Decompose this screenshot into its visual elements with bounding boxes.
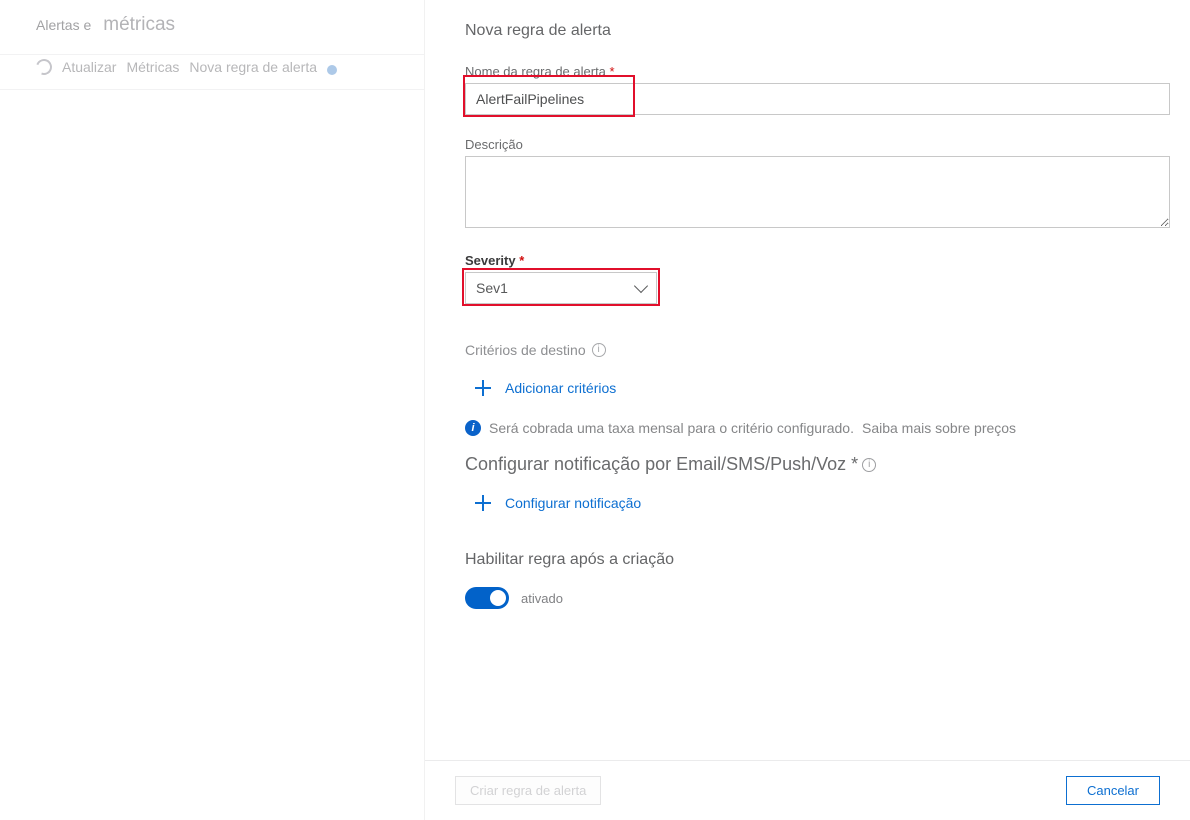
left-title-1: Alertas e: [36, 17, 91, 33]
configure-notification-label: Configurar notificação: [505, 495, 641, 511]
plus-icon-2: [475, 495, 491, 511]
info-outline-icon-2[interactable]: i: [862, 458, 876, 472]
left-panel: Alertas e métricas Atualizar Métricas No…: [0, 0, 425, 820]
criteria-heading-text: Critérios de destino: [465, 342, 586, 358]
panel-title: Nova regra de alerta: [465, 22, 1170, 40]
required-star: *: [610, 64, 615, 79]
notify-heading: Configurar notificação por Email/SMS/Pus…: [465, 454, 1170, 475]
notify-heading-text: Configurar notificação por Email/SMS/Pus…: [465, 454, 858, 475]
required-star-severity: *: [519, 253, 524, 268]
status-dot-icon: [327, 65, 337, 75]
add-criteria-button[interactable]: Adicionar critérios: [475, 380, 1170, 396]
info-outline-icon[interactable]: i: [592, 343, 606, 357]
severity-select[interactable]: Sev1: [465, 272, 657, 304]
plus-icon: [475, 380, 491, 396]
name-label-text: Nome da regra de alerta: [465, 64, 610, 79]
left-title-2: métricas: [103, 14, 175, 36]
configure-notification-button[interactable]: Configurar notificação: [475, 495, 1170, 511]
left-toolbar: Atualizar Métricas Nova regra de alerta: [0, 54, 424, 90]
info-solid-icon: i: [465, 420, 481, 436]
pricing-info-text: Será cobrada uma taxa mensal para o crit…: [489, 420, 854, 436]
description-label: Descrição: [465, 137, 1170, 152]
severity-value: Sev1: [476, 280, 508, 296]
toggle-knob: [490, 590, 506, 606]
criteria-heading: Critérios de destino i: [465, 342, 1170, 358]
create-rule-button: Criar regra de alerta: [455, 776, 601, 805]
pricing-link[interactable]: Saiba mais sobre preços: [862, 420, 1016, 436]
severity-label: Severity *: [465, 253, 1170, 268]
enable-heading: Habilitar regra após a criação: [465, 551, 1170, 569]
toggle-state-label: ativado: [521, 591, 563, 606]
description-input[interactable]: [465, 156, 1170, 228]
enable-toggle[interactable]: [465, 587, 509, 609]
toolbar-metrics-label[interactable]: Métricas: [126, 59, 179, 75]
alert-rule-name-input[interactable]: [465, 83, 1170, 115]
toolbar-refresh-label[interactable]: Atualizar: [62, 59, 116, 75]
footer: Criar regra de alerta Cancelar: [425, 760, 1190, 820]
chevron-down-icon: [634, 279, 648, 293]
add-criteria-label: Adicionar critérios: [505, 380, 616, 396]
right-panel: Nova regra de alerta Nome da regra de al…: [425, 0, 1190, 820]
refresh-icon[interactable]: [33, 56, 54, 77]
name-label: Nome da regra de alerta *: [465, 64, 1170, 79]
toolbar-new-rule-label[interactable]: Nova regra de alerta: [189, 59, 317, 75]
cancel-button[interactable]: Cancelar: [1066, 776, 1160, 805]
severity-label-text: Severity: [465, 253, 516, 268]
